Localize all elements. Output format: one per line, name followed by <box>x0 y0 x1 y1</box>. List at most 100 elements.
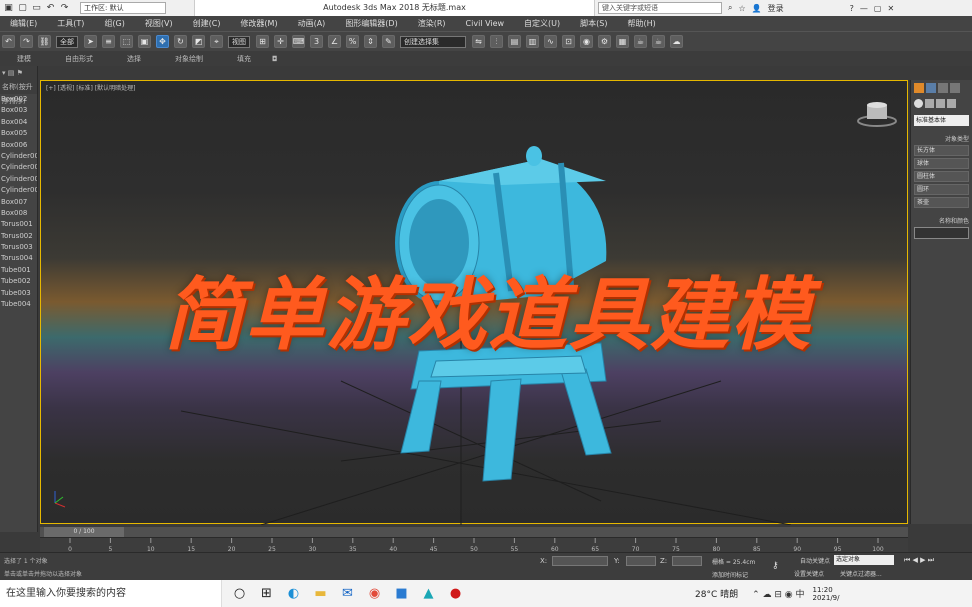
scene-object-item[interactable]: Torus003 <box>0 242 37 253</box>
3dsmax-icon[interactable]: ▲ <box>419 584 438 603</box>
menu-rendering[interactable]: 渲染(R) <box>408 18 456 29</box>
menu-modifiers[interactable]: 修改器(M) <box>230 18 287 29</box>
cameras-icon[interactable] <box>947 99 956 108</box>
object-type-button[interactable]: 球体 <box>914 158 969 169</box>
selection-filter-dropdown[interactable]: 全部 <box>56 35 78 48</box>
modify-tab-icon[interactable] <box>926 83 936 93</box>
create-tab-icon[interactable] <box>914 83 924 93</box>
scene-explorer-toolbar[interactable]: ▾ ▤ ⚑ <box>0 66 37 80</box>
scene-object-item[interactable]: Box003 <box>0 105 37 116</box>
object-type-button[interactable]: 长方体 <box>914 145 969 156</box>
scene-object-item[interactable]: Box008 <box>0 208 37 219</box>
menu-animation[interactable]: 动画(A) <box>288 18 336 29</box>
toggle-ribbon-icon[interactable]: ▥ <box>526 35 539 48</box>
search-input[interactable]: 键入关键字或短语 <box>598 2 722 14</box>
select-scale-icon[interactable]: ◩ <box>192 35 205 48</box>
render-a360-icon[interactable]: ☁ <box>670 35 683 48</box>
workspace-dropdown[interactable]: 工作区: 默认 <box>80 2 166 14</box>
task-view-icon[interactable]: ⊞ <box>257 584 276 603</box>
window-crossing-icon[interactable]: ▣ <box>138 35 151 48</box>
link-icon[interactable]: ⛓ <box>38 35 51 48</box>
mirror-icon[interactable]: ⇋ <box>472 35 485 48</box>
binoculars-icon[interactable]: ⌕ <box>728 3 732 13</box>
reference-coord-dropdown[interactable]: 视图 <box>228 35 250 48</box>
menu-scripting[interactable]: 脚本(S) <box>570 18 617 29</box>
scene-object-item[interactable]: Torus001 <box>0 219 37 230</box>
material-editor-icon[interactable]: ◉ <box>580 35 593 48</box>
rendered-frame-icon[interactable]: ▦ <box>616 35 629 48</box>
add-time-tag[interactable]: 添加时间标记 <box>712 570 748 579</box>
object-type-header[interactable]: 对象类型 <box>914 134 969 143</box>
chrome-icon[interactable]: ◉ <box>365 584 384 603</box>
ribbon-tab-object-paint[interactable]: 对象绘制 <box>158 54 220 64</box>
rect-selection-icon[interactable]: ⬚ <box>120 35 133 48</box>
scene-object-item[interactable]: Torus002 <box>0 231 37 242</box>
set-key-button[interactable]: 设置关键点 <box>794 569 824 578</box>
help-icon[interactable]: ? <box>850 4 854 13</box>
undo-icon[interactable]: ↶ <box>2 35 15 48</box>
scene-object-item[interactable]: Box002 <box>0 94 37 105</box>
menu-create[interactable]: 创建(C) <box>183 18 231 29</box>
time-slider[interactable]: 0 / 100 <box>40 527 908 537</box>
angle-snap-icon[interactable]: ∠ <box>328 35 341 48</box>
render-iterative-icon[interactable]: ☕ <box>652 35 665 48</box>
scene-object-item[interactable]: Box004 <box>0 117 37 128</box>
object-type-button[interactable]: 圆环 <box>914 184 969 195</box>
pivot-icon[interactable]: ⊞ <box>256 35 269 48</box>
select-by-name-icon[interactable]: ≡ <box>102 35 115 48</box>
select-rotate-icon[interactable]: ↻ <box>174 35 187 48</box>
name-color-header[interactable]: 名称和颜色 <box>914 216 969 225</box>
recorder-icon[interactable]: ● <box>446 584 465 603</box>
mail-icon[interactable]: ✉ <box>338 584 357 603</box>
hierarchy-tab-icon[interactable] <box>938 83 948 93</box>
menu-views[interactable]: 视图(V) <box>135 18 183 29</box>
schematic-view-icon[interactable]: ⊡ <box>562 35 575 48</box>
select-object-icon[interactable]: ➤ <box>84 35 97 48</box>
geometry-icon[interactable] <box>914 99 923 108</box>
scene-explorer-header[interactable]: 名称(按升序排序) <box>0 80 37 105</box>
select-move-icon[interactable]: ✥ <box>156 35 169 48</box>
object-name-field[interactable] <box>914 227 969 239</box>
menu-graph-editors[interactable]: 图形编辑器(D) <box>335 18 407 29</box>
manipulate-icon[interactable]: ✛ <box>274 35 287 48</box>
scene-object-item[interactable]: Box006 <box>0 140 37 151</box>
category-dropdown[interactable]: 标准基本体 <box>914 115 969 126</box>
maximize-button[interactable]: ▢ <box>874 4 882 13</box>
keyboard-shortcut-icon[interactable]: ⌨ <box>292 35 305 48</box>
key-mode-icon[interactable]: ⚷ <box>772 561 779 571</box>
menu-edit[interactable]: 编辑(E) <box>0 18 47 29</box>
auto-key-button[interactable]: 自动关键点 <box>800 556 830 565</box>
snaps-toggle-icon[interactable]: 3 <box>310 35 323 48</box>
photoshop-icon[interactable]: ■ <box>392 584 411 603</box>
spinner-snap-icon[interactable]: ⇕ <box>364 35 377 48</box>
redo-icon[interactable]: ↷ <box>20 35 33 48</box>
scene-object-item[interactable]: Tube003 <box>0 288 37 299</box>
lights-icon[interactable] <box>936 99 945 108</box>
scene-object-item[interactable]: Box007 <box>0 197 37 208</box>
selected-dropdown[interactable]: 选定对象 <box>834 555 894 565</box>
undo-icon[interactable]: ↶ <box>45 3 56 14</box>
taskbar-search-box[interactable]: 在这里输入你要搜索的内容 <box>0 580 222 607</box>
menu-help[interactable]: 帮助(H) <box>617 18 665 29</box>
align-icon[interactable]: ⫶ <box>490 35 503 48</box>
file-explorer-icon[interactable]: ▬ <box>311 584 330 603</box>
weather-widget[interactable]: 28°C 晴朗 <box>695 587 738 600</box>
cortana-icon[interactable]: ○ <box>230 584 249 603</box>
edge-icon[interactable]: ◐ <box>284 584 303 603</box>
redo-icon[interactable]: ↷ <box>59 3 70 14</box>
scene-object-item[interactable]: Tube001 <box>0 265 37 276</box>
clock[interactable]: 11:20 2021/9/ <box>813 586 840 602</box>
render-setup-icon[interactable]: ⚙ <box>598 35 611 48</box>
named-selection-dropdown[interactable]: 创建选择集 <box>400 35 466 48</box>
menu-civil-view[interactable]: Civil View <box>456 19 515 28</box>
viewport-label[interactable]: [+] [透视] [标准] [默认明暗处理] <box>46 83 135 92</box>
playback-controls[interactable]: ⏮ ◀ ▶ ⏭ <box>904 556 934 565</box>
menu-group[interactable]: 组(G) <box>94 18 134 29</box>
key-filters-button[interactable]: 关键点过滤器... <box>840 569 882 578</box>
edit-named-selection-icon[interactable]: ✎ <box>382 35 395 48</box>
percent-snap-icon[interactable]: % <box>346 35 359 48</box>
star-icon[interactable]: ☆ <box>738 4 745 13</box>
scene-object-item[interactable]: Cylinder005 <box>0 185 37 196</box>
layer-explorer-icon[interactable]: ▤ <box>508 35 521 48</box>
scene-object-item[interactable]: Tube002 <box>0 276 37 287</box>
